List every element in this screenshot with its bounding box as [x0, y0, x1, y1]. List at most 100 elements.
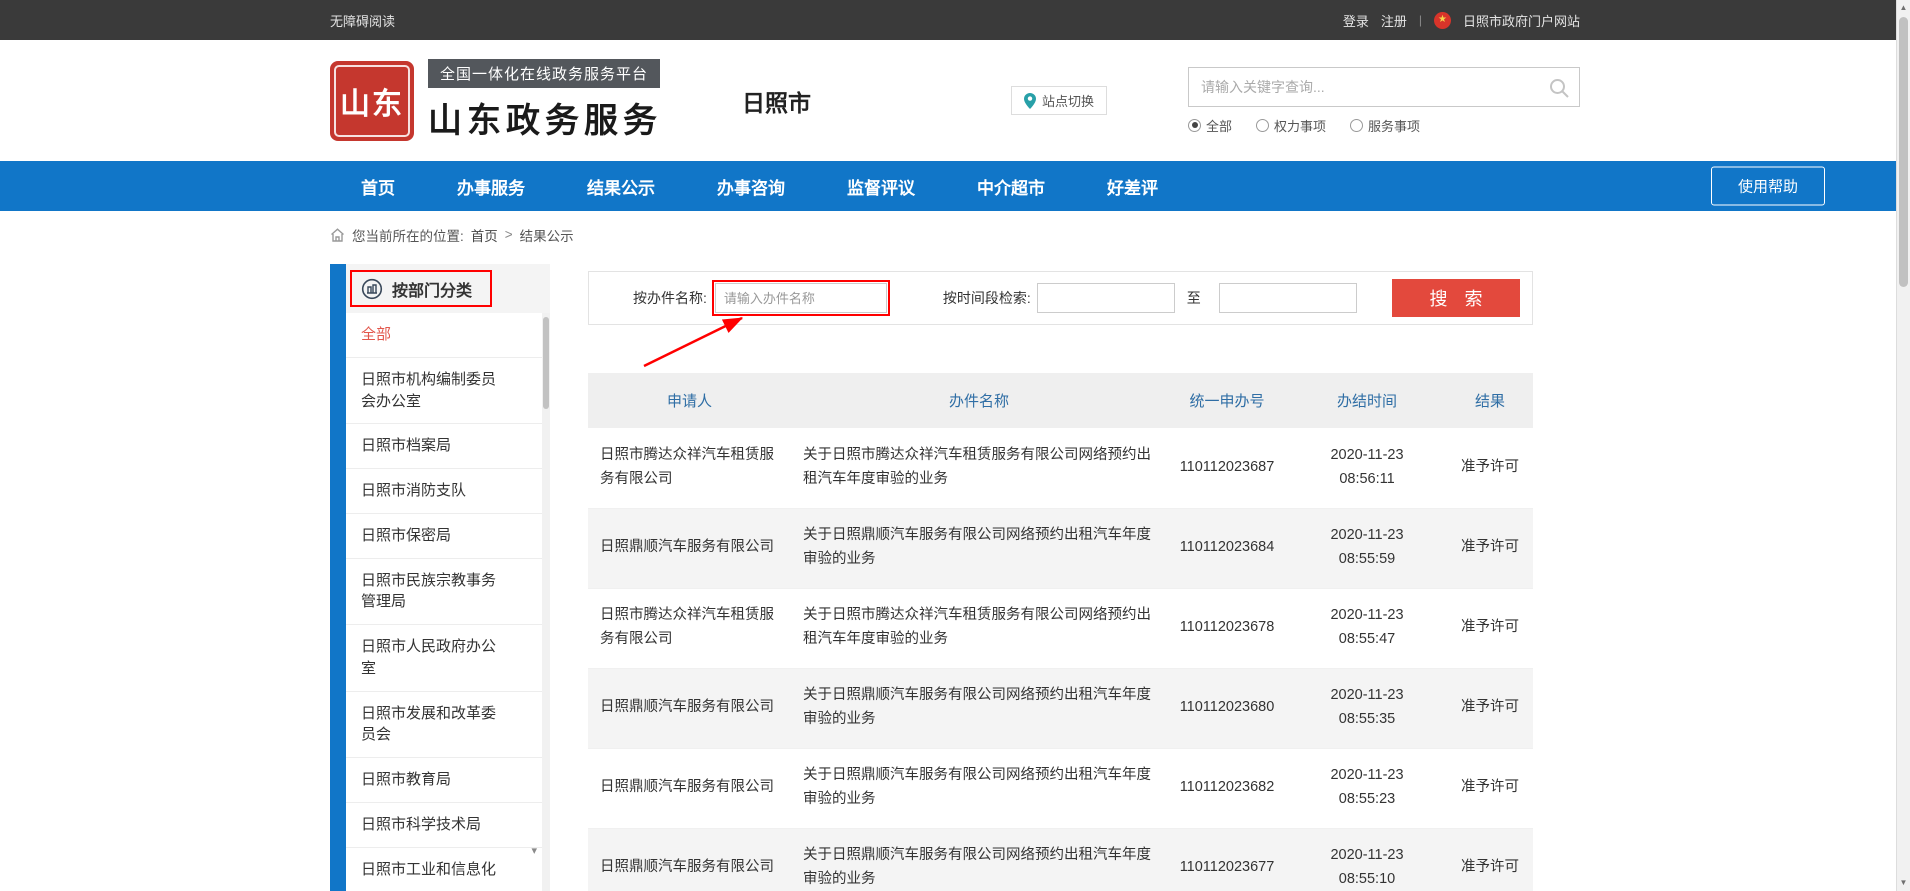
search-scope-group: 全部 权力事项 服务事项 [1188, 116, 1580, 135]
search-button[interactable]: 搜 索 [1392, 279, 1520, 317]
scope-label: 服务事项 [1368, 116, 1420, 135]
sidebar-item[interactable]: 日照市消防支队 [346, 469, 550, 514]
sidebar-item[interactable]: 日照市保密局 [346, 514, 550, 559]
end-date-input[interactable] [1219, 283, 1357, 313]
item-name-input[interactable] [715, 283, 887, 313]
table-row: 日照鼎顺汽车服务有限公司 关于日照鼎顺汽车服务有限公司网络预约出租汽车年度审验的… [588, 668, 1533, 748]
scope-label: 权力事项 [1274, 116, 1326, 135]
nav-item-supervision[interactable]: 监督评议 [816, 161, 946, 211]
filter-bar: 按办件名称: 按时间段检索: 至 搜 索 [588, 271, 1533, 325]
cell-item-name: 关于日照鼎顺汽车服务有限公司网络预约出租汽车年度审验的业务 [791, 668, 1167, 748]
accessibility-link[interactable]: 无障碍阅读 [330, 11, 395, 30]
cell-apply-id: 110112023677 [1167, 828, 1287, 891]
site-logo-seal: 山东 [330, 61, 414, 141]
scope-radio-service-items[interactable]: 服务事项 [1350, 116, 1420, 135]
cell-finish-time: 2020-11-23 08:55:47 [1287, 588, 1447, 668]
nav-item-home[interactable]: 首页 [330, 161, 426, 211]
item-name-label: 按办件名称: [633, 288, 707, 308]
site-switch-button[interactable]: 站点切换 [1011, 86, 1107, 115]
cell-applicant: 日照鼎顺汽车服务有限公司 [588, 748, 791, 828]
scope-radio-all[interactable]: 全部 [1188, 116, 1232, 135]
to-label: 至 [1187, 288, 1201, 308]
scope-label: 全部 [1206, 116, 1232, 135]
radio-selected-icon [1188, 119, 1201, 132]
login-link[interactable]: 登录 [1343, 11, 1369, 30]
cell-result: 准予许可 [1447, 588, 1533, 668]
start-date-input[interactable] [1037, 283, 1175, 313]
portal-link[interactable]: 日照市政府门户网站 [1463, 11, 1580, 30]
breadcrumb-home-link[interactable]: 首页 [471, 225, 498, 245]
col-header-result: 结果 [1447, 373, 1533, 428]
cell-result: 准予许可 [1447, 668, 1533, 748]
page-scrollbar[interactable]: ▲ ▼ [1896, 0, 1910, 891]
site-switch-label: 站点切换 [1042, 91, 1094, 110]
keyword-search-input[interactable] [1189, 79, 1579, 95]
cell-finish-time: 2020-11-23 08:55:59 [1287, 508, 1447, 588]
finish-date: 2020-11-23 [1299, 684, 1435, 708]
cell-applicant: 日照市腾达众祥汽车租赁服务有限公司 [588, 428, 791, 508]
sidebar-item[interactable]: 日照市机构编制委员会办公室 [346, 358, 550, 425]
sidebar-item[interactable]: 日照市档案局 [346, 424, 550, 469]
nav-item-consultation[interactable]: 办事咨询 [686, 161, 816, 211]
page-scrollbar-thumb[interactable] [1899, 17, 1908, 287]
radio-icon [1350, 119, 1363, 132]
cell-applicant: 日照鼎顺汽车服务有限公司 [588, 508, 791, 588]
sidebar-accent-bar [330, 264, 346, 891]
table-header-row: 申请人 办件名称 统一申办号 办结时间 结果 [588, 373, 1533, 428]
site-title: 山东政务服务 [428, 93, 662, 142]
site-logo-text: 山东 [340, 79, 404, 123]
department-sidebar: 按部门分类 全部 日照市机构编制委员会办公室 日照市档案局 日照市消防支队 日照… [330, 264, 550, 891]
finish-date: 2020-11-23 [1299, 524, 1435, 548]
breadcrumb: 您当前所在的位置: 首页 > 结果公示 [0, 211, 1910, 258]
table-row: 日照鼎顺汽车服务有限公司 关于日照鼎顺汽车服务有限公司网络预约出租汽车年度审验的… [588, 748, 1533, 828]
table-row: 日照市腾达众祥汽车租赁服务有限公司 关于日照市腾达众祥汽车租赁服务有限公司网络预… [588, 588, 1533, 668]
sidebar-item[interactable]: 日照市教育局 [346, 758, 550, 803]
page-content: 按部门分类 全部 日照市机构编制委员会办公室 日照市档案局 日照市消防支队 日照… [0, 258, 1910, 891]
cell-apply-id: 110112023682 [1167, 748, 1287, 828]
sidebar-title: 按部门分类 [392, 277, 472, 301]
top-utility-bar: 无障碍阅读 登录 注册 | ★ 日照市政府门户网站 [0, 0, 1910, 40]
breadcrumb-separator: > [505, 227, 513, 242]
help-button[interactable]: 使用帮助 [1711, 167, 1825, 206]
col-header-applicant: 申请人 [588, 373, 791, 428]
cell-apply-id: 110112023680 [1167, 668, 1287, 748]
nav-item-results[interactable]: 结果公示 [556, 161, 686, 211]
time-range-label: 按时间段检索: [943, 288, 1031, 308]
scope-radio-power-items[interactable]: 权力事项 [1256, 116, 1326, 135]
finish-clock: 08:55:35 [1299, 708, 1435, 732]
cell-apply-id: 110112023678 [1167, 588, 1287, 668]
cell-result: 准予许可 [1447, 748, 1533, 828]
keyword-search-box [1188, 67, 1580, 107]
sidebar-item[interactable]: 日照市科学技术局 [346, 803, 550, 848]
scroll-down-icon[interactable]: ▼ [1897, 879, 1910, 887]
sidebar-scrollbar[interactable] [542, 313, 550, 891]
nav-item-intermediary[interactable]: 中介超市 [946, 161, 1076, 211]
radio-icon [1256, 119, 1269, 132]
sidebar-scrollbar-thumb[interactable] [543, 317, 549, 409]
nav-item-services[interactable]: 办事服务 [426, 161, 556, 211]
sidebar-item[interactable]: 日照市发展和改革委员会 [346, 692, 550, 759]
cell-finish-time: 2020-11-23 08:55:35 [1287, 668, 1447, 748]
col-header-item-name: 办件名称 [791, 373, 1167, 428]
cell-apply-id: 110112023687 [1167, 428, 1287, 508]
search-icon[interactable] [1548, 77, 1570, 99]
results-main: 按办件名称: 按时间段检索: 至 搜 索 [588, 264, 1533, 891]
nav-item-review[interactable]: 好差评 [1076, 161, 1189, 211]
chevron-down-icon[interactable]: ▾ [531, 846, 537, 857]
sidebar-item[interactable]: 日照市工业和信息化 [346, 848, 550, 891]
col-header-finish-time: 办结时间 [1287, 373, 1447, 428]
main-navigation: 首页 办事服务 结果公示 办事咨询 监督评议 中介超市 好差评 使用帮助 [0, 161, 1910, 211]
department-category-icon [361, 278, 383, 300]
sidebar-item[interactable]: 日照市人民政府办公室 [346, 625, 550, 692]
table-row: 日照市腾达众祥汽车租赁服务有限公司 关于日照市腾达众祥汽车租赁服务有限公司网络预… [588, 428, 1533, 508]
cell-item-name: 关于日照鼎顺汽车服务有限公司网络预约出租汽车年度审验的业务 [791, 828, 1167, 891]
breadcrumb-current: 结果公示 [520, 225, 574, 245]
register-link[interactable]: 注册 [1381, 11, 1407, 30]
location-pin-icon [1024, 93, 1036, 109]
sidebar-item[interactable]: 日照市民族宗教事务管理局 [346, 559, 550, 626]
sidebar-item-all[interactable]: 全部 [346, 313, 550, 358]
department-list: 全部 日照市机构编制委员会办公室 日照市档案局 日照市消防支队 日照市保密局 日… [346, 313, 550, 891]
scroll-up-icon[interactable]: ▲ [1897, 4, 1910, 12]
results-table: 申请人 办件名称 统一申办号 办结时间 结果 日照市腾达众祥汽车租赁服务有限公司… [588, 373, 1533, 891]
table-row: 日照鼎顺汽车服务有限公司 关于日照鼎顺汽车服务有限公司网络预约出租汽车年度审验的… [588, 508, 1533, 588]
